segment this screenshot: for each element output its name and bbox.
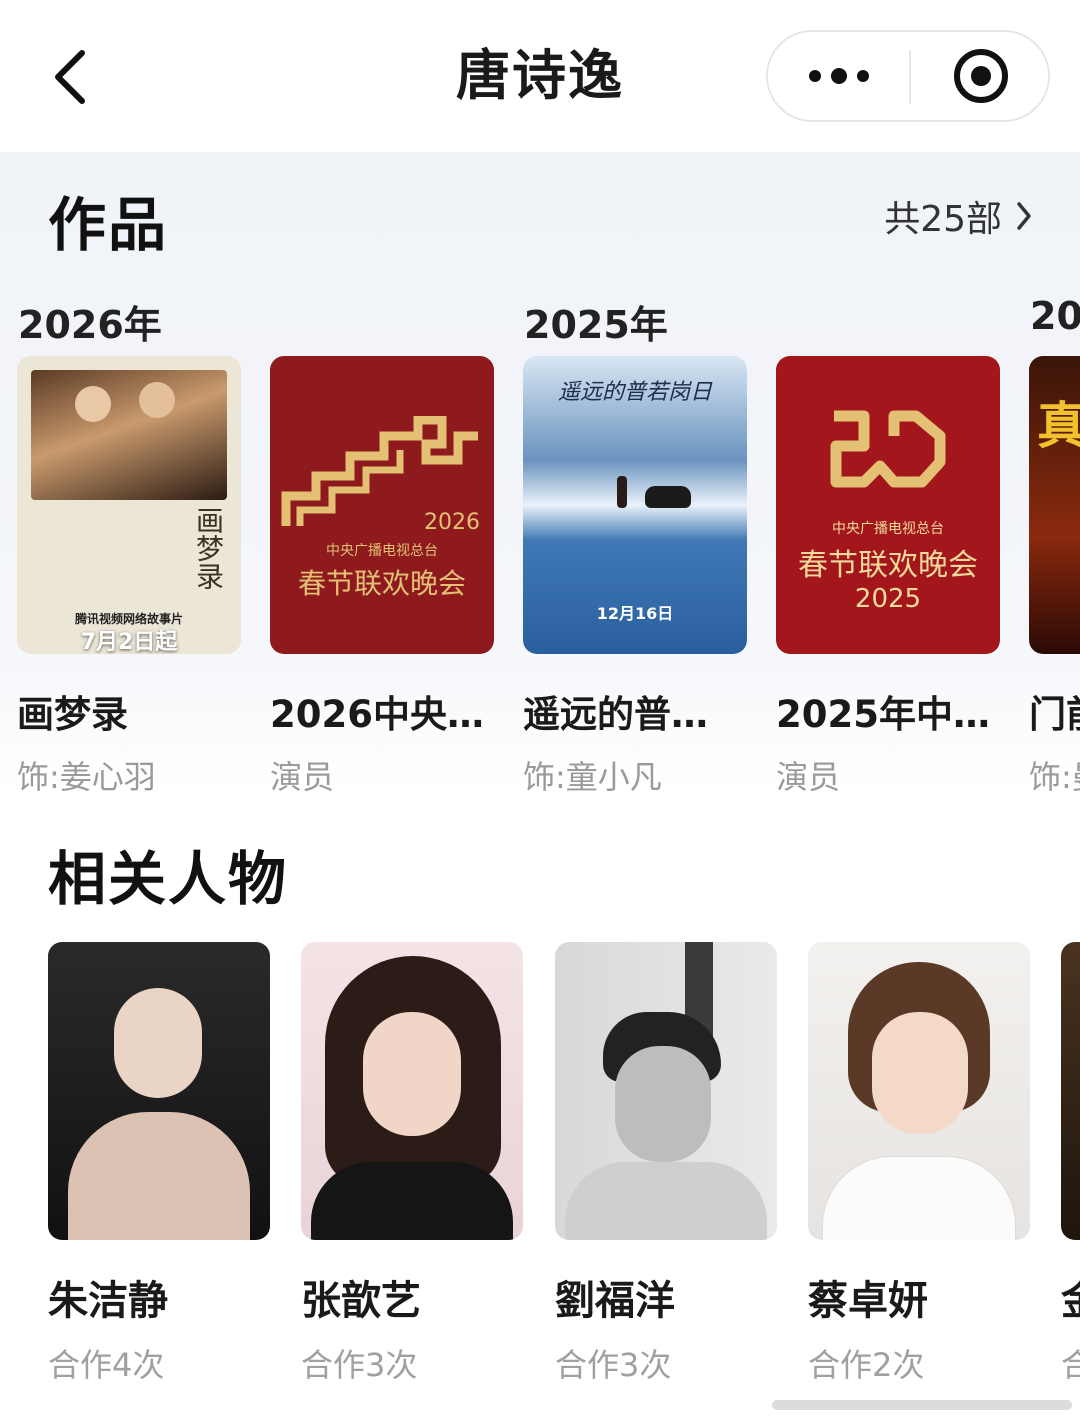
poster-figure — [139, 382, 175, 418]
work-poster: 画梦录 腾讯视频网络故事片 7月2日起 — [17, 356, 241, 654]
photo-face — [872, 1012, 968, 1134]
works-total-label: 共25部 — [884, 199, 1002, 240]
work-name: 画梦录 — [17, 693, 128, 736]
person-collab-count: 合作2次 — [808, 1346, 925, 1384]
person-photo — [48, 942, 270, 1240]
poster-figure — [75, 386, 111, 422]
person-collab-count: 合 — [1061, 1346, 1080, 1384]
person-photo — [808, 942, 1030, 1240]
more-button[interactable] — [768, 32, 910, 120]
work-card[interactable]: 画梦录 腾讯视频网络故事片 7月2日起 画梦录 饰:姜心羽 — [17, 356, 241, 792]
person-card[interactable]: 劉福洋 合作3次 — [555, 942, 777, 1386]
photo-shoulders — [68, 1112, 250, 1240]
work-card[interactable]: 遥远的普若岗日 12月16日 遥远的普… 饰:童小凡 — [523, 356, 747, 792]
poster-date: 12月16日 — [596, 604, 674, 623]
work-name: 遥远的普… — [523, 693, 708, 736]
chevron-left-icon — [55, 50, 85, 104]
poster-release-text: 7月2日起 — [80, 630, 178, 654]
person-collab-count: 合作3次 — [555, 1346, 672, 1384]
more-dots-icon — [809, 68, 869, 84]
person-name: 劉福洋 — [555, 1278, 675, 1324]
person-photo — [1061, 942, 1080, 1240]
work-role: 饰:童小凡 — [523, 758, 662, 792]
mini-program-capsule — [766, 30, 1050, 122]
work-name: 门前 — [1029, 693, 1080, 736]
work-poster: 2026 中央广播电视总台 春节联欢晚会 — [270, 356, 494, 654]
poster-org: 中央广播电视总台 — [326, 543, 438, 559]
work-name: 2026中央… — [270, 693, 484, 736]
person-card[interactable]: 张歆艺 合作3次 — [301, 942, 523, 1386]
work-card[interactable]: 2026 中央广播电视总台 春节联欢晚会 2026中央… 演员 — [270, 356, 494, 792]
poster-title: 春节联欢晚会 — [798, 548, 978, 583]
person-card[interactable]: 朱洁静 合作4次 — [48, 942, 270, 1386]
person-photo — [301, 942, 523, 1240]
work-card[interactable]: 中央广播电视总台 春节联欢晚会 2025 2025年中… 演员 — [776, 356, 1000, 792]
photo-shoulders — [822, 1156, 1016, 1240]
person-name: 张歆艺 — [301, 1278, 421, 1324]
person-name: 朱洁静 — [48, 1278, 168, 1324]
chevron-right-icon — [1017, 202, 1031, 230]
year-label: 2025年 — [524, 303, 668, 347]
poster-title: 真 — [1037, 397, 1080, 455]
work-role: 演员 — [270, 758, 335, 792]
poster-org: 中央广播电视总台 — [832, 521, 944, 537]
photo-face — [114, 988, 202, 1098]
close-button[interactable] — [911, 32, 1050, 120]
poster-figure — [617, 476, 627, 508]
navigation-bar: 唐诗逸 — [0, 0, 1080, 152]
poster-year: 2025 — [854, 584, 922, 614]
work-poster: 真 — [1029, 356, 1080, 654]
snake-ornament-icon — [830, 410, 946, 488]
works-total-link[interactable]: 共25部 — [884, 190, 1032, 242]
year-label: 2026年 — [18, 303, 162, 347]
work-name: 2025年中… — [776, 693, 990, 736]
work-card[interactable]: 真 门前 饰:曼 — [1029, 356, 1080, 792]
works-section: 作品 共25部 2026年 2025年 202 画梦录 腾讯视频网络故事片 7月… — [0, 152, 1080, 792]
photo-shoulders — [311, 1162, 513, 1240]
work-role: 饰:曼 — [1029, 758, 1080, 792]
home-indicator — [772, 1400, 1072, 1410]
person-name: 金 — [1061, 1268, 1080, 1326]
person-collab-count: 合作3次 — [301, 1346, 418, 1384]
target-circle-icon — [953, 49, 1008, 103]
person-card[interactable]: 金 合 — [1061, 942, 1080, 1386]
work-role: 演员 — [776, 758, 841, 792]
poster-photo — [31, 370, 227, 500]
people-section-title: 相关人物 — [48, 845, 289, 913]
poster-title: 遥远的普若岗日 — [557, 380, 712, 405]
photo-shoulders — [565, 1162, 767, 1240]
poster-title: 春节联欢晚会 — [297, 567, 466, 600]
works-section-title: 作品 — [48, 191, 169, 259]
photo-face — [363, 1012, 461, 1136]
poster-year: 2026 — [424, 510, 480, 535]
work-poster: 中央广播电视总台 春节联欢晚会 2025 — [776, 356, 1000, 654]
poster-calligraphy: 画梦录 — [192, 506, 225, 590]
photo-face — [615, 1046, 711, 1162]
person-name: 蔡卓妍 — [808, 1278, 928, 1324]
poster-yak — [645, 486, 691, 508]
person-card[interactable]: 蔡卓妍 合作2次 — [808, 942, 1030, 1386]
work-poster: 遥远的普若岗日 12月16日 — [523, 356, 747, 654]
back-button[interactable] — [40, 42, 100, 112]
person-photo — [555, 942, 777, 1240]
work-role: 饰:姜心羽 — [17, 758, 156, 792]
year-label: 202 — [1030, 294, 1080, 338]
person-collab-count: 合作4次 — [48, 1346, 165, 1384]
